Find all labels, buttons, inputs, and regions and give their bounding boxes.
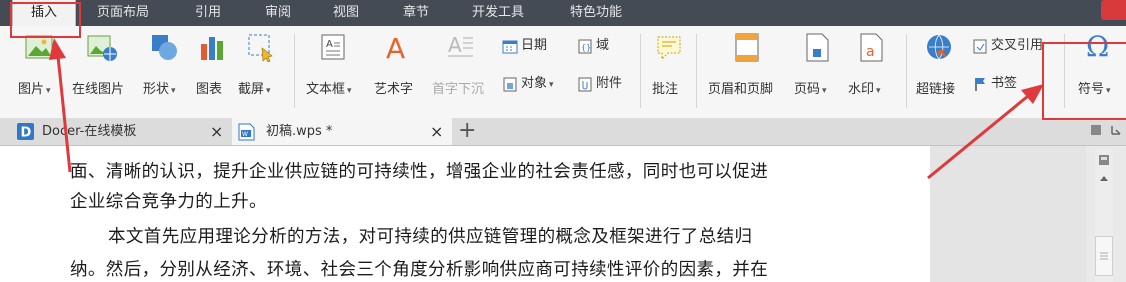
menu-view[interactable]: 视图: [333, 0, 359, 26]
menu-page-layout[interactable]: 页面布局: [97, 0, 149, 26]
document-tab-bar: D Docer-在线模板 × W 初稿.wps * × +: [0, 118, 1126, 146]
attachment-icon: [578, 77, 592, 91]
panel-toggle-icon[interactable]: [1098, 154, 1110, 166]
page-number-button[interactable]: 页码 ▾: [794, 32, 840, 102]
calendar-icon: [502, 40, 518, 53]
bookmark-button[interactable]: 书签: [972, 74, 1017, 94]
comment-button[interactable]: 批注: [652, 32, 684, 102]
watermark-button[interactable]: a 水印 ▾: [848, 32, 894, 102]
shape-button[interactable]: 形状 ▾: [143, 32, 187, 102]
svg-text:W: W: [242, 131, 248, 138]
header-footer-icon: [735, 33, 759, 62]
dropcap-icon: A: [448, 33, 473, 57]
wps-doc-icon: W: [238, 123, 255, 141]
ribbon-toolbar: 图片 ▾ 在线图片 形状 ▾ 图表 截屏 ▾ A 文本框 ▾ A 艺术字 A 首…: [0, 26, 1126, 119]
online-picture-icon: [87, 35, 117, 61]
omega-symbol-icon: Ω: [1086, 30, 1110, 63]
ribbon-separator: [640, 34, 641, 108]
ribbon-separator: [906, 34, 907, 108]
picture-icon: [25, 35, 53, 59]
menu-review[interactable]: 审阅: [265, 0, 291, 26]
shape-label: 形状 ▾: [143, 82, 176, 97]
chart-button[interactable]: 图表: [196, 32, 230, 102]
watermark-label: 水印 ▾: [848, 82, 881, 97]
docer-logo-icon: D: [17, 123, 34, 140]
svg-text:A: A: [386, 32, 405, 64]
document-page[interactable]: 面、清晰的认识，提升企业供应链的可持续性，增强企业的社会责任感，同时也可以促进 …: [0, 146, 930, 282]
menu-references[interactable]: 引用: [195, 0, 221, 26]
header-footer-label: 页眉和页脚: [708, 82, 774, 97]
tab-list-icon[interactable]: [1090, 124, 1102, 136]
chart-label: 图表: [196, 82, 223, 97]
object-button[interactable]: 对象 ▾: [502, 74, 554, 94]
field-button[interactable]: {} 域: [577, 36, 609, 56]
tab-label: 初稿.wps *: [266, 124, 333, 139]
window-control-button[interactable]: [1101, 0, 1126, 20]
menu-bar: 插入 页面布局 引用 审阅 视图 章节 开发工具 特色功能: [0, 0, 1126, 26]
comment-icon: [657, 36, 681, 61]
tab-draft-wps[interactable]: W 初稿.wps * ×: [232, 118, 452, 145]
svg-text:A: A: [448, 33, 462, 57]
tab-docer-online-templates[interactable]: D Docer-在线模板 ×: [14, 118, 232, 145]
symbol-label: 符号 ▾: [1078, 82, 1111, 97]
symbol-button[interactable]: Ω 符号 ▾: [1076, 30, 1124, 102]
ribbon-separator: [1064, 34, 1065, 108]
paragraph-line: 企业综合竞争力的上升。: [70, 192, 267, 212]
shape-icon: [152, 35, 177, 60]
wordart-icon: A: [386, 32, 405, 64]
close-icon[interactable]: ×: [430, 118, 443, 145]
hyperlink-button[interactable]: 超链接: [916, 32, 964, 102]
tab-scroll-left[interactable]: [0, 118, 2, 145]
online-picture-label: 在线图片: [72, 82, 125, 97]
svg-text:D: D: [21, 126, 32, 141]
paragraph-line: 本文首先应用理论分析的方法，对可持续的供应链管理的概念及框架进行了总结归: [108, 227, 753, 247]
wordart-button[interactable]: A 艺术字: [374, 32, 420, 102]
tab-menu-icon[interactable]: [1110, 124, 1124, 138]
svg-text:{}: {}: [581, 43, 591, 52]
attachment-button[interactable]: 附件: [577, 74, 622, 94]
grip-icon: [1100, 252, 1108, 260]
object-icon: [503, 77, 517, 91]
date-button[interactable]: 日期: [502, 36, 547, 56]
cross-reference-button[interactable]: 交叉引用: [972, 36, 1043, 56]
page-number-label: 页码 ▾: [794, 82, 827, 97]
dropcap-label: 首字下沉: [432, 82, 485, 97]
hyperlink-icon: [927, 34, 951, 60]
scrollbar-thumb[interactable]: [1095, 236, 1113, 276]
scroll-up-icon[interactable]: [1099, 174, 1109, 182]
header-footer-button[interactable]: 页眉和页脚: [708, 32, 784, 102]
textbox-button[interactable]: A 文本框 ▾: [306, 32, 362, 102]
online-picture-button[interactable]: 在线图片: [72, 32, 132, 102]
page-number-icon: [806, 33, 829, 62]
close-icon[interactable]: ×: [210, 118, 223, 145]
cross-reference-icon: [973, 39, 987, 53]
textbox-icon: A: [321, 34, 345, 60]
wordart-label: 艺术字: [374, 82, 414, 97]
picture-label: 图片 ▾: [18, 82, 51, 97]
svg-text:A: A: [326, 39, 333, 50]
picture-button[interactable]: 图片 ▾: [18, 32, 64, 102]
dropcap-button[interactable]: A 首字下沉: [432, 32, 494, 102]
ribbon-separator: [696, 34, 697, 108]
screenshot-button[interactable]: 截屏 ▾: [238, 32, 282, 102]
comment-label: 批注: [652, 82, 679, 97]
tab-label: Docer-在线模板: [42, 124, 137, 139]
new-tab-button[interactable]: +: [458, 118, 476, 145]
textbox-label: 文本框 ▾: [306, 82, 352, 97]
screenshot-icon: [248, 34, 273, 62]
menu-developer-tools[interactable]: 开发工具: [472, 0, 524, 26]
menu-chapter[interactable]: 章节: [403, 0, 429, 26]
watermark-icon: a: [860, 33, 883, 62]
field-icon: {}: [578, 39, 592, 53]
menu-insert[interactable]: 插入: [12, 0, 76, 26]
screenshot-label: 截屏 ▾: [238, 82, 271, 97]
bookmark-flag-icon: [975, 77, 985, 91]
paragraph-line: 纳。然后，分别从经济、环境、社会三个角度分析影响供应商可持续性评价的因素，并在: [70, 260, 769, 280]
menu-special-features[interactable]: 特色功能: [570, 0, 622, 26]
paragraph-line: 面、清晰的认识，提升企业供应链的可持续性，增强企业的社会责任感，同时也可以促进: [70, 162, 769, 182]
hyperlink-label: 超链接: [916, 82, 956, 97]
bar-chart-icon: [201, 37, 223, 60]
ribbon-separator: [294, 34, 295, 108]
svg-text:a: a: [866, 44, 875, 60]
